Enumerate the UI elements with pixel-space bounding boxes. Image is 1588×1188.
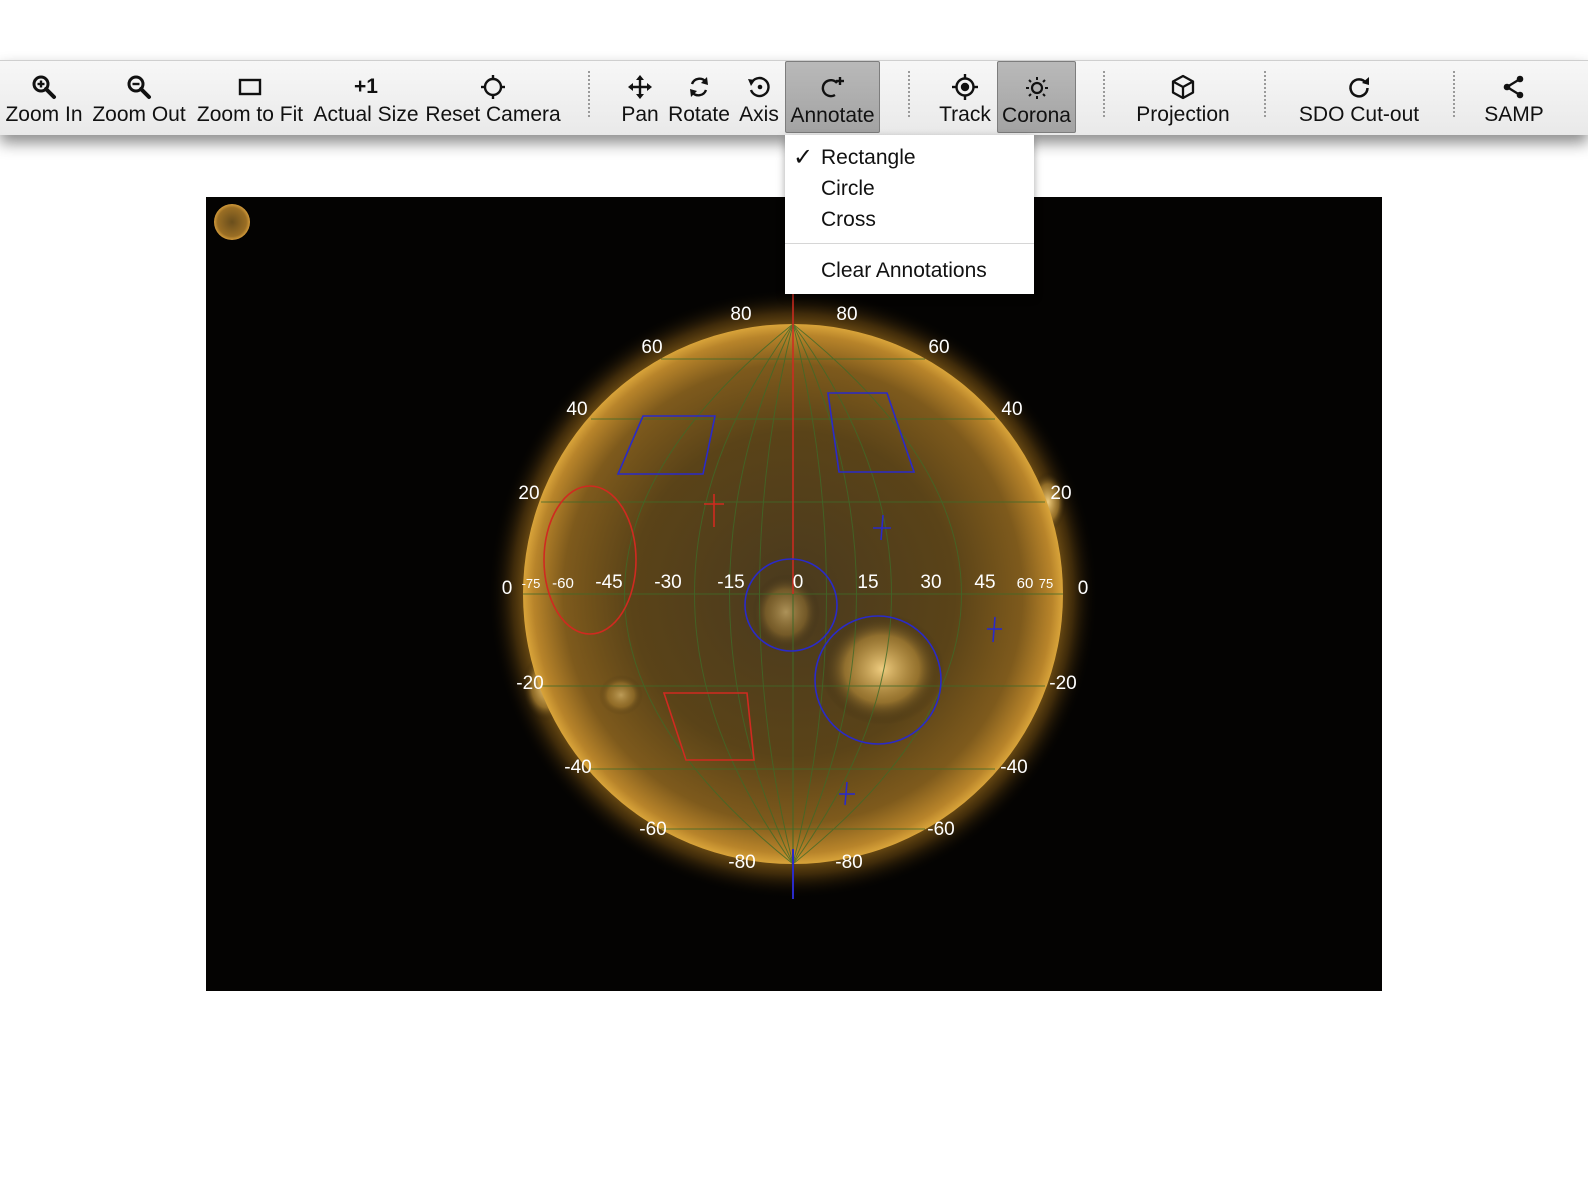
zoom-in-icon [29,72,59,102]
lat-label: 0 [1078,578,1089,599]
track-button[interactable]: Track [936,61,994,133]
projection-label: Projection [1136,103,1230,126]
menu-divider [785,243,1034,244]
lon-label: -45 [595,572,622,593]
actual-size-label: Actual Size [313,103,419,126]
actual-size-glyph: +1 [354,75,378,98]
lat-label: -20 [516,673,543,694]
lat-label: -20 [1049,673,1076,694]
annotate-button[interactable]: Annotate [785,61,880,133]
menu-item-cross[interactable]: Cross [821,208,876,232]
thumbnail-sun-icon [214,204,250,240]
lat-label: 40 [1001,399,1022,420]
axis-label: Axis [739,103,779,126]
lat-label: 20 [518,483,539,504]
projection-button[interactable]: Projection [1130,61,1236,133]
active-region [599,675,643,715]
zoom-in-label: Zoom In [5,103,83,126]
lat-label: -80 [728,852,755,873]
menu-item-circle[interactable]: Circle [821,177,875,201]
track-label: Track [939,103,991,126]
zoom-out-label: Zoom Out [92,103,186,126]
lat-label: 60 [641,337,662,358]
lat-label: 80 [836,304,857,325]
toolbar-separator [588,71,590,117]
toolbar: Zoom In Zoom Out Zoom to Fit +1 Actual S… [0,60,1588,135]
share-icon [1499,72,1529,102]
lat-label: -60 [927,819,954,840]
lon-label: -30 [654,572,681,593]
menu-item-rectangle[interactable]: Rectangle [821,146,916,170]
solar-canvas[interactable]: 80 60 40 20 0 -20 -40 -60 -80 80 60 40 2… [206,197,1382,991]
toolbar-separator [908,71,910,117]
pan-arrows-icon [625,72,655,102]
reset-camera-label: Reset Camera [425,103,561,126]
lon-label: 30 [920,572,941,593]
samp-button[interactable]: SAMP [1481,61,1547,133]
track-target-icon [950,72,980,102]
rotate-button[interactable]: Rotate [666,61,732,133]
pan-button[interactable]: Pan [618,61,662,133]
zoom-fit-icon [235,72,265,102]
toolbar-separator [1453,71,1455,117]
corona-button[interactable]: Corona [997,61,1076,133]
toolbar-separator [1264,71,1266,117]
sdo-cutout-label: SDO Cut-out [1298,103,1420,126]
samp-label: SAMP [1484,103,1544,126]
lon-label: 0 [793,572,804,593]
lon-label: -75 [522,576,541,591]
zoom-in-button[interactable]: Zoom In [3,61,85,133]
lat-label: -80 [835,852,862,873]
lat-label: 80 [730,304,751,325]
active-region [752,574,820,650]
reset-camera-button[interactable]: Reset Camera [425,61,561,133]
crosshair-icon [478,72,508,102]
cube-icon [1168,72,1198,102]
lat-label: 60 [928,337,949,358]
actual-size-button[interactable]: +1 Actual Size [311,61,421,133]
lon-label: 45 [974,572,995,593]
sun-icon [1022,73,1052,103]
refresh-icon [1344,72,1374,102]
lon-label: 60 [1017,575,1034,592]
zoom-out-icon [124,72,154,102]
actual-size-icon: +1 [351,72,381,102]
lat-label: 40 [566,399,587,420]
lon-label: -15 [717,572,744,593]
solar-image-viewport[interactable]: 80 60 40 20 0 -20 -40 -60 -80 80 60 40 2… [206,197,1382,991]
zoom-out-button[interactable]: Zoom Out [90,61,188,133]
axis-rotate-icon [744,72,774,102]
annotate-icon [818,73,848,103]
lon-label: 75 [1039,576,1053,591]
sdo-cutout-button[interactable]: SDO Cut-out [1294,61,1424,133]
toolbar-separator [1103,71,1105,117]
zoom-to-fit-button[interactable]: Zoom to Fit [194,61,306,133]
rotate-label: Rotate [668,103,730,126]
lat-label: -40 [564,757,591,778]
rotate-icon [684,72,714,102]
corona-label: Corona [1002,104,1071,127]
menu-item-clear-annotations[interactable]: Clear Annotations [821,259,987,283]
pan-label: Pan [621,103,659,126]
lat-label: 20 [1050,483,1071,504]
lat-label: -40 [1000,757,1027,778]
lat-label: -60 [639,819,666,840]
lon-label: -60 [552,575,574,592]
lat-label: 0 [502,578,513,599]
zoom-to-fit-label: Zoom to Fit [196,103,304,126]
lon-label: 15 [857,572,878,593]
checkmark-icon: ✓ [793,144,814,171]
annotate-menu: ✓ Rectangle Circle Cross Clear Annotatio… [785,135,1034,294]
annotate-label: Annotate [790,104,875,127]
axis-button[interactable]: Axis [737,61,781,133]
